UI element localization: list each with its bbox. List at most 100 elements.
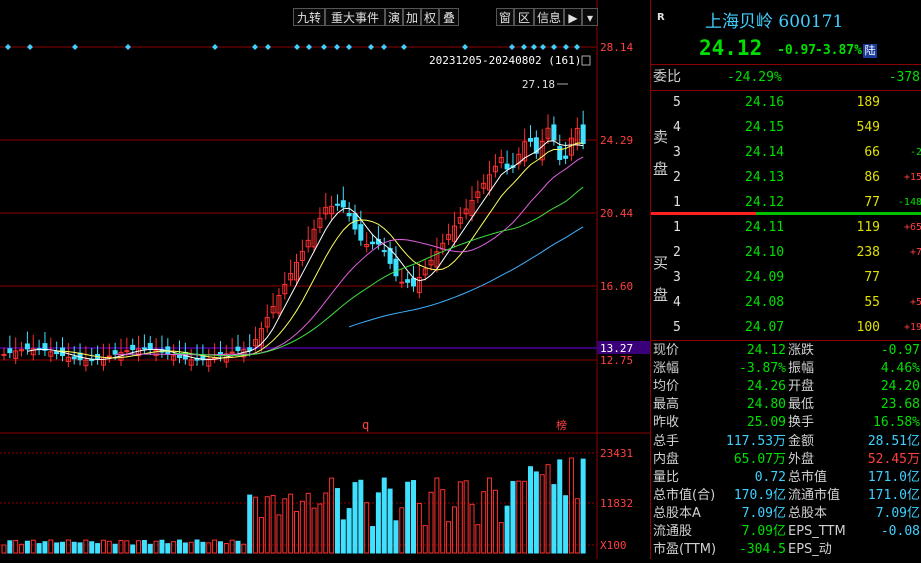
price-tick-label: 28.14 bbox=[600, 41, 633, 54]
toolbar-range-button[interactable]: 区 bbox=[514, 8, 534, 26]
volume-bar bbox=[147, 543, 153, 554]
kline-chart-area[interactable]: 28.14 24.29 20.44 16.60 12.75 13.27 20231205-2… bbox=[0, 0, 650, 559]
level-price: 24.08 bbox=[745, 295, 785, 310]
price-tick-label: 12.75 bbox=[600, 354, 633, 367]
level-number: 5 bbox=[673, 320, 681, 335]
stat-value: 0.72 bbox=[754, 469, 786, 485]
volume-bar bbox=[112, 543, 118, 554]
bid-row[interactable]: 3 24.09 77 bbox=[651, 265, 921, 290]
level-price: 24.09 bbox=[745, 270, 785, 285]
volume-bar bbox=[177, 539, 182, 554]
toolbar-demo-button[interactable]: 演 bbox=[385, 8, 403, 26]
candle-body bbox=[381, 250, 387, 253]
bid-row[interactable]: 5 24.07 100 +19 bbox=[651, 315, 921, 340]
toolbar-major-events-button[interactable]: 重大事件 bbox=[325, 8, 385, 26]
stat-label-2: 最低 bbox=[788, 397, 815, 413]
candle-body bbox=[54, 350, 60, 355]
volume-bar bbox=[457, 481, 463, 554]
event-diamond-icon bbox=[563, 44, 569, 50]
ask-row[interactable]: 5 24.16 189 bbox=[651, 90, 921, 115]
level-number: 2 bbox=[673, 170, 681, 185]
volume-bar bbox=[551, 484, 557, 554]
event-diamond-icon bbox=[368, 44, 374, 50]
ask-row[interactable]: 4 24.15 549 bbox=[651, 115, 921, 140]
volume-bar bbox=[481, 491, 487, 554]
level-change: +7 bbox=[909, 247, 921, 258]
ask-row[interactable]: 3 24.14 66 -2 bbox=[651, 140, 921, 165]
volume-bar bbox=[387, 488, 393, 554]
stat-label: 最高 bbox=[653, 397, 680, 413]
pin-arrow-icon[interactable]: ▶ bbox=[564, 8, 582, 26]
stat-label: 现价 bbox=[653, 343, 680, 358]
ask-row[interactable]: 2 24.13 86 +15 bbox=[651, 165, 921, 190]
stat-label: 昨收 bbox=[653, 415, 680, 431]
kline-chart[interactable]: 28.14 24.29 20.44 16.60 12.7513.27 20231205-2… bbox=[0, 0, 650, 559]
level-number: 2 bbox=[673, 245, 681, 260]
level-price: 24.10 bbox=[745, 245, 785, 260]
volume-bar bbox=[446, 521, 452, 554]
volume-bar bbox=[393, 520, 399, 554]
event-diamond-icon bbox=[521, 44, 527, 50]
level-volume: 238 bbox=[856, 245, 880, 260]
weibi-row: 委比 -24.29% -378 bbox=[653, 69, 920, 85]
volume-bar bbox=[311, 507, 317, 554]
stat-label-2: 涨跌 bbox=[788, 343, 815, 358]
stat-row: 流通股 7.09亿 EPS_TTM -0.08 bbox=[651, 523, 921, 541]
volume-bar bbox=[416, 503, 422, 554]
volume-bar bbox=[539, 474, 545, 554]
stat-label-2: 外盘 bbox=[788, 451, 815, 467]
stat-value-2: -0.08 bbox=[880, 524, 920, 539]
volume-bar bbox=[568, 457, 574, 554]
bid-row[interactable]: 4 24.08 55 +5 bbox=[651, 290, 921, 315]
toolbar-rights-button[interactable]: 权 bbox=[421, 8, 439, 26]
stat-label-2: 流通市值 bbox=[788, 487, 841, 503]
toolbar-overlay-button[interactable]: 叠 bbox=[439, 8, 459, 26]
candle-body bbox=[141, 347, 147, 350]
level-change: +65 bbox=[903, 222, 921, 233]
stat-row: 内盘 65.07万 外盘 52.45万 bbox=[651, 451, 921, 469]
level-volume: 189 bbox=[856, 95, 880, 110]
stat-label-2: 总市值 bbox=[788, 469, 828, 485]
stat-value: 25.09 bbox=[746, 415, 786, 431]
candle-body bbox=[24, 343, 30, 350]
ma10-line bbox=[56, 142, 584, 359]
toolbar-add-button[interactable]: 加 bbox=[403, 8, 421, 26]
volume-bar bbox=[54, 542, 60, 554]
volume-bar bbox=[580, 458, 586, 554]
level-price: 24.11 bbox=[745, 220, 785, 235]
current-price-tag: 13.27 bbox=[600, 342, 633, 355]
stat-value: 24.26 bbox=[746, 379, 786, 395]
candle-body bbox=[112, 350, 118, 355]
toolbar-info-button[interactable]: 信息 bbox=[534, 8, 564, 26]
event-diamond-icon bbox=[306, 44, 312, 50]
stat-value-2: 24.20 bbox=[880, 379, 920, 395]
candle-body bbox=[1, 353, 7, 356]
stat-label-2: EPS_动 bbox=[788, 542, 832, 558]
volume-bar bbox=[451, 506, 457, 554]
stat-label: 内盘 bbox=[653, 451, 680, 467]
volume-bar bbox=[258, 517, 264, 554]
volume-bar bbox=[100, 539, 106, 554]
stat-value-2: 4.46% bbox=[880, 361, 920, 377]
volume-bar bbox=[334, 488, 340, 554]
event-diamond-icon bbox=[5, 44, 11, 50]
price-change-pct: -3.87% bbox=[815, 43, 862, 58]
level-change: -2 bbox=[909, 147, 921, 158]
volume-bar bbox=[235, 540, 241, 554]
stat-label: 涨幅 bbox=[653, 361, 680, 377]
level-number: 3 bbox=[673, 145, 681, 160]
dropdown-arrow-icon[interactable]: ▾ bbox=[582, 8, 598, 26]
level-change: +15 bbox=[903, 172, 921, 183]
level-volume: 77 bbox=[864, 270, 880, 285]
event-diamond-icon bbox=[265, 44, 271, 50]
volume-bar bbox=[182, 542, 188, 554]
stat-value-2: 28.51亿 bbox=[867, 433, 920, 449]
toolbar-jiuzhuan-button[interactable]: 九转 bbox=[293, 8, 325, 26]
volume-bar bbox=[463, 480, 469, 554]
toolbar-window-button[interactable]: 窗 bbox=[496, 8, 514, 26]
candle-body bbox=[147, 343, 153, 350]
volume-bar bbox=[36, 543, 42, 554]
volume-bar bbox=[241, 543, 247, 554]
bid-row[interactable]: 2 24.10 238 +7 bbox=[651, 240, 921, 265]
bid-row[interactable]: 1 24.11 119 +65 bbox=[651, 215, 921, 240]
